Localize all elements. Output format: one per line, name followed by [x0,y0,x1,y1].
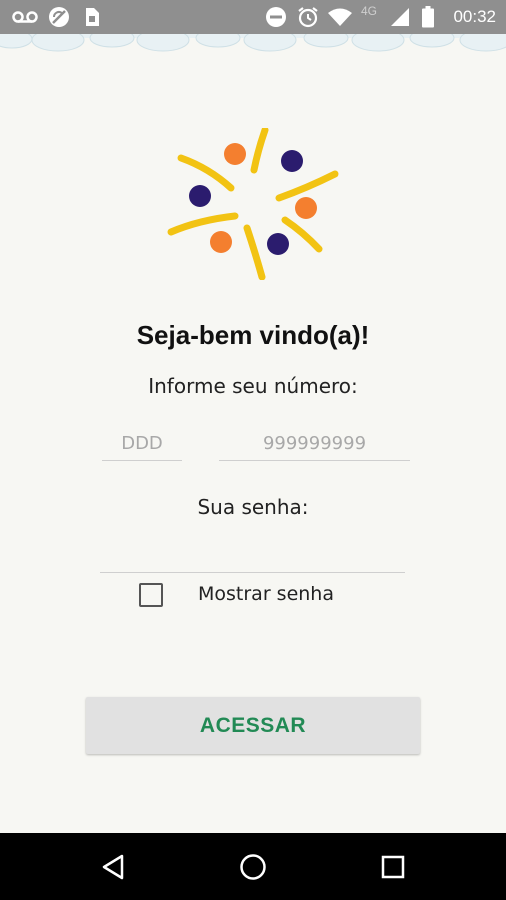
battery-icon [422,0,434,34]
ddd-input[interactable] [102,426,182,461]
cloud-border [0,28,506,56]
back-icon[interactable] [95,849,131,885]
voicemail-icon [12,0,38,34]
navigation-bar [0,833,506,900]
status-bar: 4G 00:32 [0,0,506,34]
show-password-checkbox[interactable] [139,583,163,607]
do-not-disturb-icon [265,0,287,34]
wifi-icon [327,0,353,34]
clock: 00:32 [453,7,496,26]
access-button[interactable]: ACESSAR [86,697,420,754]
password-input[interactable] [100,538,405,573]
sync-off-icon [48,0,70,34]
show-password-label[interactable]: Mostrar senha [198,583,334,605]
phone-label: Informe seu número: [148,374,358,398]
alarm-icon [296,0,320,34]
welcome-heading: Seja-bem vindo(a)! [136,320,370,350]
recents-icon[interactable] [375,849,411,885]
home-icon[interactable] [235,849,271,885]
login-screen: Seja-bem vindo(a)! Informe seu número: S… [0,56,506,833]
phone-number-input[interactable] [219,426,410,461]
app-logo [165,126,345,281]
signal-icon [390,0,410,34]
password-label: Sua senha: [197,495,309,519]
sim-icon [84,0,100,34]
network-type: 4G [361,4,378,18]
